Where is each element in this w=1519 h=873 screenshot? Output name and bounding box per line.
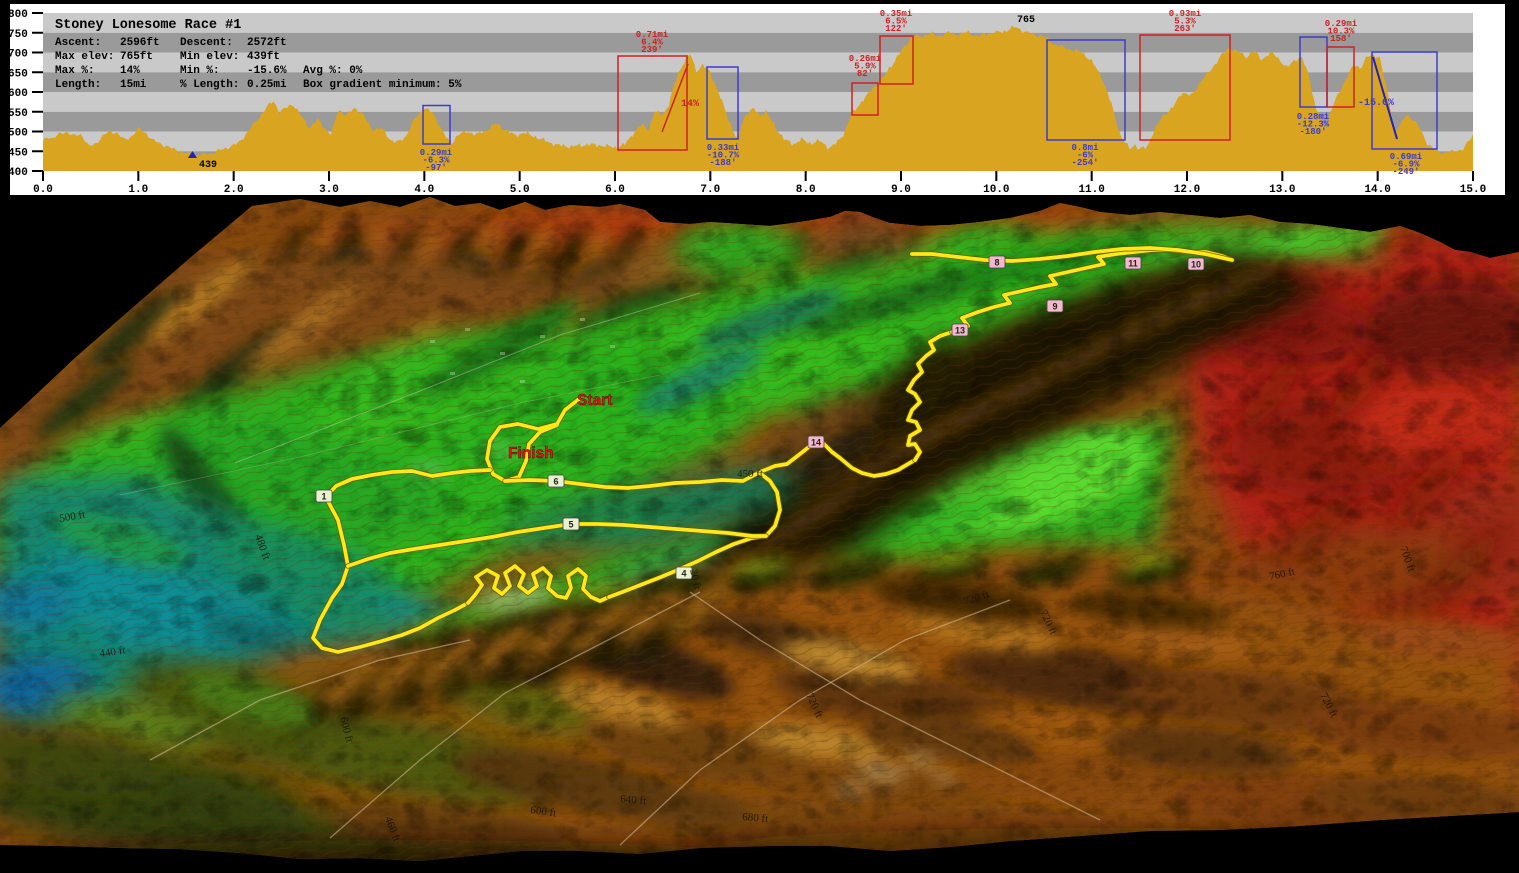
svg-text:-15.6%: -15.6% <box>247 65 287 77</box>
svg-text:-188': -188' <box>709 158 736 168</box>
svg-text:Max elev:: Max elev: <box>55 51 114 63</box>
svg-text:450: 450 <box>8 147 28 159</box>
svg-text:0.25mi: 0.25mi <box>247 79 287 91</box>
svg-text:Finish: Finish <box>508 445 554 462</box>
svg-text:500: 500 <box>8 128 28 140</box>
svg-text:11: 11 <box>1128 259 1138 269</box>
svg-text:Min elev:: Min elev: <box>180 51 239 63</box>
svg-text:14%: 14% <box>120 65 140 77</box>
svg-text:-97': -97' <box>425 163 447 173</box>
svg-text:400: 400 <box>8 167 28 179</box>
svg-text:600: 600 <box>8 88 28 100</box>
svg-text:Max %:: Max %: <box>55 65 95 77</box>
svg-text:-249': -249' <box>1392 167 1419 177</box>
svg-text:10: 10 <box>1191 260 1201 270</box>
svg-text:550: 550 <box>8 108 28 120</box>
svg-text:2596ft: 2596ft <box>120 37 160 49</box>
svg-text:13: 13 <box>955 326 965 336</box>
svg-text:800: 800 <box>8 9 28 21</box>
svg-text:263': 263' <box>1174 24 1196 34</box>
svg-text:2572ft: 2572ft <box>247 37 287 49</box>
svg-text:680 ft: 680 ft <box>742 811 769 825</box>
svg-text:-254': -254' <box>1071 158 1098 168</box>
svg-text:Avg %: 0%: Avg %: 0% <box>303 65 363 77</box>
svg-text:8: 8 <box>994 258 999 268</box>
svg-text:Min %:: Min %: <box>180 65 220 77</box>
svg-text:15mi: 15mi <box>120 79 147 91</box>
svg-text:14%: 14% <box>681 99 699 110</box>
svg-text:1: 1 <box>321 492 326 502</box>
svg-text:14: 14 <box>811 438 821 448</box>
svg-text:% Length:: % Length: <box>180 79 239 91</box>
svg-text:122': 122' <box>885 24 907 34</box>
svg-text:5: 5 <box>568 520 573 530</box>
svg-text:700: 700 <box>8 49 28 61</box>
svg-text:Box gradient minimum: 5%: Box gradient minimum: 5% <box>303 79 462 91</box>
svg-text:439ft: 439ft <box>247 51 280 63</box>
svg-text:450 ft: 450 ft <box>737 468 763 480</box>
svg-text:9: 9 <box>1052 302 1057 312</box>
svg-text:650: 650 <box>8 68 28 80</box>
svg-text:-180': -180' <box>1299 127 1326 137</box>
svg-text:Length:: Length: <box>55 79 101 91</box>
svg-text:Stoney Lonesome Race #1: Stoney Lonesome Race #1 <box>55 18 241 33</box>
svg-text:750: 750 <box>8 29 28 41</box>
svg-text:-15.6%: -15.6% <box>1358 98 1394 109</box>
svg-text:640 ft: 640 ft <box>620 793 647 807</box>
svg-text:765ft: 765ft <box>120 51 153 63</box>
svg-text:6: 6 <box>553 477 558 487</box>
svg-text:Descent:: Descent: <box>180 37 233 49</box>
svg-text:Start: Start <box>577 392 612 409</box>
svg-text:82': 82' <box>857 69 873 79</box>
svg-text:Ascent:: Ascent: <box>55 37 101 49</box>
svg-text:765: 765 <box>1017 15 1035 26</box>
svg-text:239': 239' <box>641 45 663 55</box>
svg-text:158': 158' <box>1330 34 1352 44</box>
svg-text:4: 4 <box>681 569 686 579</box>
svg-text:439: 439 <box>199 160 217 171</box>
